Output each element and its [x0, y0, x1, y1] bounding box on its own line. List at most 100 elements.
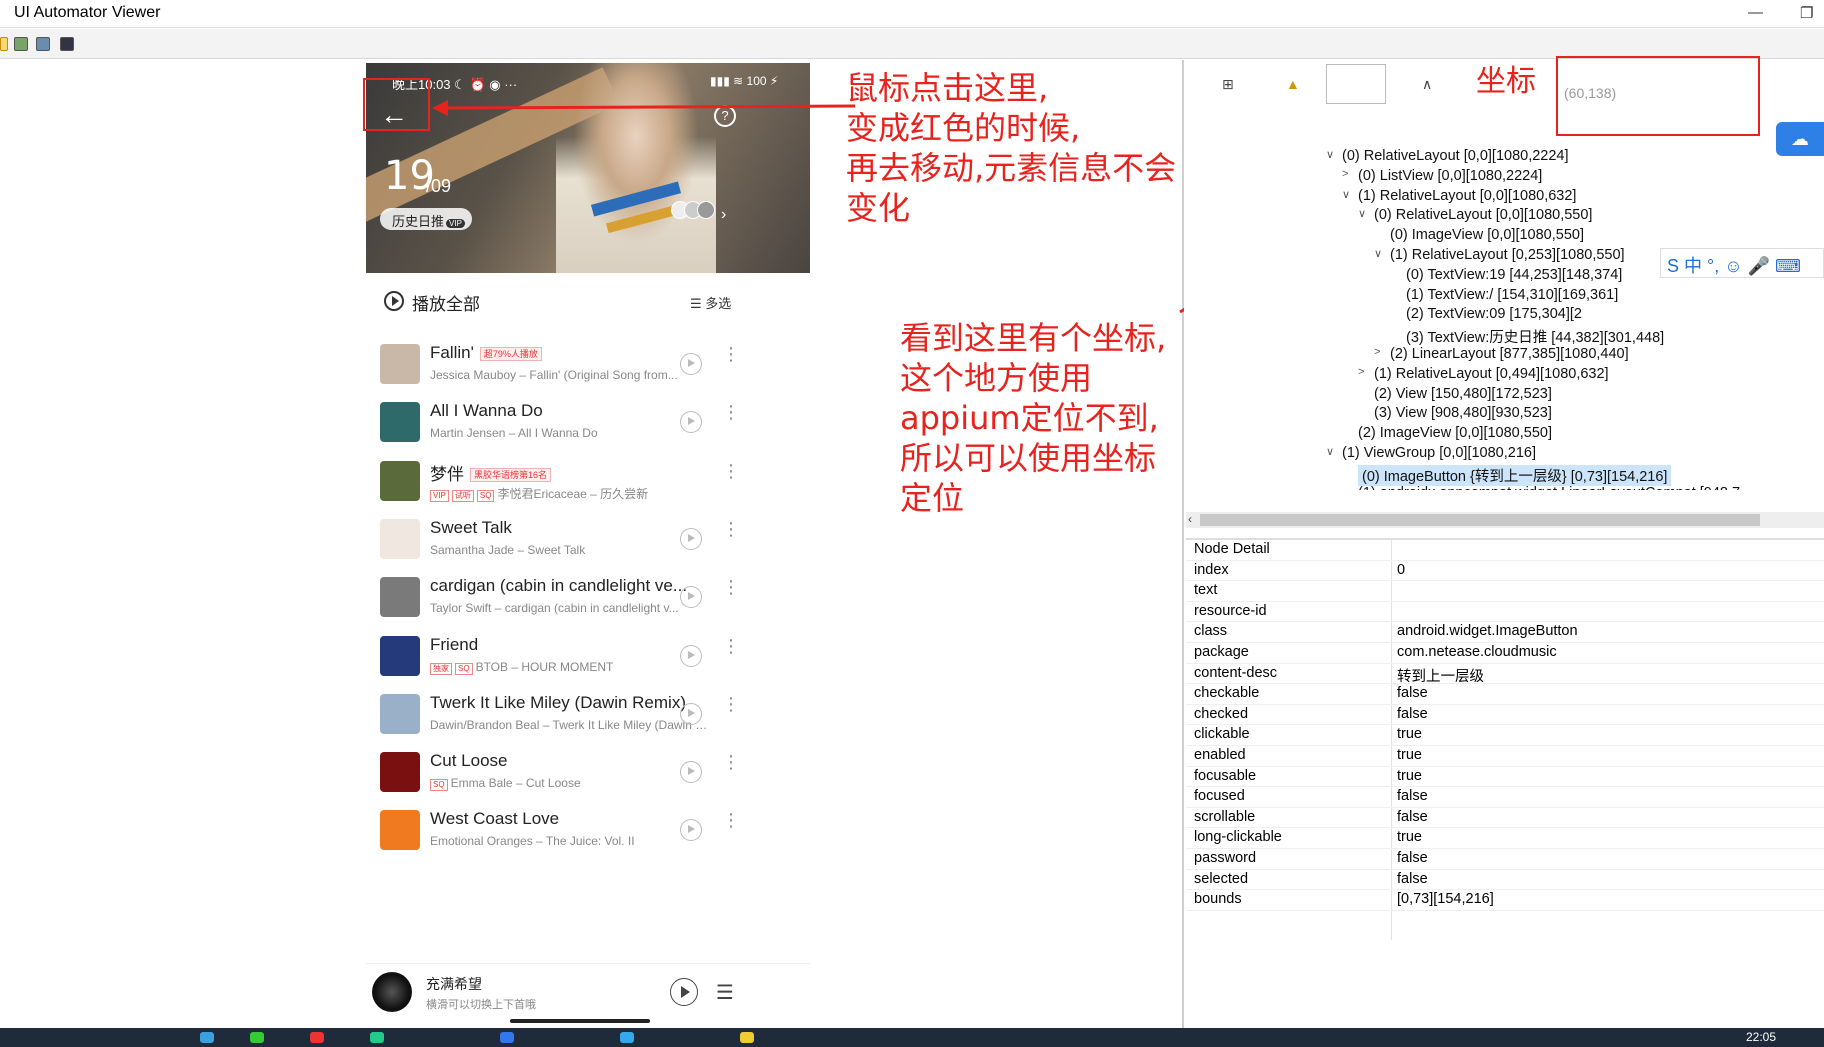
tree-node[interactable]: ∨ (0) RelativeLayout [0,0][1080,2224] [1326, 148, 1569, 164]
tree-node[interactable]: (0) ImageButton {转到上一层级} [0,73][154,216] [1358, 464, 1672, 486]
save-icon[interactable] [60, 37, 74, 51]
detail-row[interactable]: scrollable false [1186, 808, 1824, 829]
tree-node[interactable]: (0) TextView:19 [44,253][148,374] [1406, 267, 1622, 283]
detail-row[interactable]: text [1186, 581, 1824, 602]
tree-node[interactable]: (3) View [908,480][930,523] [1374, 405, 1552, 421]
detail-value: false [1397, 788, 1428, 805]
expand-all-icon[interactable]: ⊞ [1222, 76, 1234, 93]
folder-icon[interactable] [740, 1032, 754, 1043]
tree-node[interactable]: (2) ImageView [0,0][1080,550] [1358, 425, 1552, 441]
detail-key: selected [1194, 870, 1249, 887]
tree-node[interactable]: (1) androidx.appcompat.widget.LinearLayo… [1358, 485, 1740, 490]
tree-node[interactable]: ∨ (0) RelativeLayout [0,0][1080,550] [1358, 207, 1593, 224]
detail-key: enabled [1194, 747, 1246, 763]
annotation-click-hint: 鼠标点击这里, 变成红色的时候, 再去移动,元素信息不会变化 [846, 68, 1182, 228]
restore-button[interactable]: ❐ [1800, 4, 1813, 22]
scroll-left-icon[interactable]: ‹ [1188, 512, 1192, 526]
tree-node[interactable]: > (2) LinearLayout [877,385][1080,440] [1374, 346, 1629, 362]
scrollbar-thumb[interactable] [1200, 514, 1760, 526]
app-icon[interactable] [620, 1032, 634, 1043]
expand-toggle-icon[interactable]: ∨ [1358, 207, 1366, 220]
expand-toggle-icon[interactable]: > [1358, 366, 1364, 378]
detail-row[interactable]: enabled true [1186, 746, 1824, 767]
expand-toggle-icon[interactable]: ∨ [1326, 148, 1334, 161]
detail-key: bounds [1194, 891, 1242, 908]
detail-row[interactable]: long-clickable true [1186, 828, 1824, 849]
detail-key: scrollable [1194, 808, 1256, 825]
warning-icon[interactable]: ▲ [1286, 76, 1300, 92]
detail-value: com.netease.cloudmusic [1397, 644, 1557, 660]
detail-row[interactable]: focusable true [1186, 767, 1824, 788]
tree-horizontal-scrollbar[interactable]: ‹ [1186, 512, 1824, 528]
previous-icon[interactable]: ∧ [1422, 76, 1432, 93]
tree-node-label: (1) RelativeLayout [0,494][1080,632] [1374, 365, 1609, 382]
tree-node[interactable]: > (0) ListView [0,0][1080,2224] [1342, 168, 1542, 184]
annotation-coordinate-hint: 看到这里有个坐标, 这个地方使用appium定位不到, 所以可以使用坐标定位 [900, 318, 1182, 518]
detail-value: false [1397, 705, 1428, 722]
expand-toggle-icon[interactable]: > [1374, 346, 1380, 358]
expand-toggle-icon[interactable]: ∨ [1326, 445, 1334, 458]
tree-node[interactable]: ∨ (1) RelativeLayout [0,253][1080,550] [1374, 247, 1625, 263]
detail-value: true [1397, 829, 1422, 846]
tree-node-label: (3) TextView:历史日推 [44,382][301,448] [1406, 330, 1665, 347]
browser-icon[interactable] [200, 1032, 214, 1043]
detail-value: true [1397, 767, 1422, 784]
detail-key: checkable [1194, 685, 1260, 702]
detail-row[interactable]: class android.widget.ImageButton [1186, 622, 1824, 643]
detail-row[interactable]: clickable true [1186, 725, 1824, 746]
tree-node[interactable]: ∨ (1) RelativeLayout [0,0][1080,632] [1342, 187, 1577, 204]
detail-row[interactable]: focused false [1186, 787, 1824, 808]
ime-toolbar[interactable]: S 中 °, ☺ 🎤 ⌨ [1660, 248, 1824, 278]
tree-node[interactable]: (0) ImageView [0,0][1080,550] [1390, 227, 1584, 243]
detail-row[interactable]: password false [1186, 849, 1824, 870]
detail-row[interactable]: selected false [1186, 870, 1824, 891]
device-screenshot-compressed-icon[interactable] [36, 37, 50, 51]
tree-node-label: (2) View [150,480][172,523] [1374, 385, 1552, 402]
detail-row[interactable]: index 0 [1186, 561, 1824, 582]
tree-node[interactable]: > (1) RelativeLayout [0,494][1080,632] [1358, 365, 1609, 382]
detail-row[interactable]: content-desc 转到上一层级 [1186, 664, 1824, 685]
expand-toggle-icon[interactable]: ∨ [1374, 247, 1382, 260]
tree-node-label: (1) RelativeLayout [0,0][1080,632] [1358, 187, 1577, 204]
main-toolbar [0, 29, 1824, 59]
detail-row[interactable]: package com.netease.cloudmusic [1186, 643, 1824, 664]
tree-node-label: (1) ViewGroup [0,0][1080,216] [1342, 445, 1536, 461]
annotation-line: 变成红色的时候, [846, 109, 1081, 147]
detail-key: clickable [1194, 726, 1250, 743]
tree-node[interactable]: (3) TextView:历史日推 [44,382][301,448] [1406, 326, 1664, 347]
tree-node-label: (2) TextView:09 [175,304][2 [1406, 306, 1582, 323]
tree-node[interactable]: (2) View [150,480][172,523] [1374, 386, 1552, 402]
detail-key: resource-id [1194, 602, 1267, 619]
app-icon[interactable] [370, 1032, 384, 1043]
app-icon[interactable] [310, 1032, 324, 1043]
arrowhead-1 [432, 100, 448, 116]
node-detail-table: Node Detail index 0 text resource-id class and… [1186, 538, 1824, 940]
tree-node[interactable]: (2) TextView:09 [175,304][2 [1406, 306, 1582, 322]
tree-node-label: (0) RelativeLayout [0,0][1080,2224] [1342, 148, 1569, 164]
app-icon[interactable] [250, 1032, 264, 1043]
minimize-button[interactable]: — [1748, 4, 1763, 21]
detail-key: text [1194, 582, 1218, 599]
open-icon[interactable] [0, 37, 8, 51]
tree-node-label: (2) LinearLayout [877,385][1080,440] [1390, 346, 1629, 362]
expand-toggle-icon[interactable]: ∨ [1342, 188, 1350, 201]
detail-row[interactable]: bounds [0,73][154,216] [1186, 890, 1824, 911]
search-field[interactable] [1326, 64, 1386, 104]
detail-value: [0,73][154,216] [1397, 891, 1494, 908]
annotation-line: 这个地方使用appium定位不到, [900, 359, 1159, 437]
tree-node[interactable]: (1) TextView:/ [154,310][169,361] [1406, 287, 1618, 303]
detail-row[interactable]: resource-id [1186, 602, 1824, 623]
cloud-icon[interactable]: ☁ [1776, 122, 1824, 156]
window-titlebar: UI Automator Viewer — ❐ [0, 0, 1824, 28]
tree-node-label: (0) RelativeLayout [0,0][1080,550] [1374, 207, 1593, 224]
hierarchy-tree[interactable]: ∨ (0) RelativeLayout [0,0][1080,2224] > (0)… [1186, 110, 1824, 490]
device-screenshot-icon[interactable] [14, 37, 28, 51]
detail-key: long-clickable [1194, 829, 1282, 846]
expand-toggle-icon[interactable]: > [1342, 168, 1348, 180]
detail-row[interactable]: checkable false [1186, 684, 1824, 705]
app-icon[interactable] [500, 1032, 514, 1043]
tree-node[interactable]: ∨ (1) ViewGroup [0,0][1080,216] [1326, 445, 1536, 461]
tree-node-label: (1) androidx.appcompat.widget.LinearLayo… [1358, 485, 1740, 490]
detail-row[interactable]: checked false [1186, 705, 1824, 726]
detail-value: false [1397, 685, 1428, 702]
